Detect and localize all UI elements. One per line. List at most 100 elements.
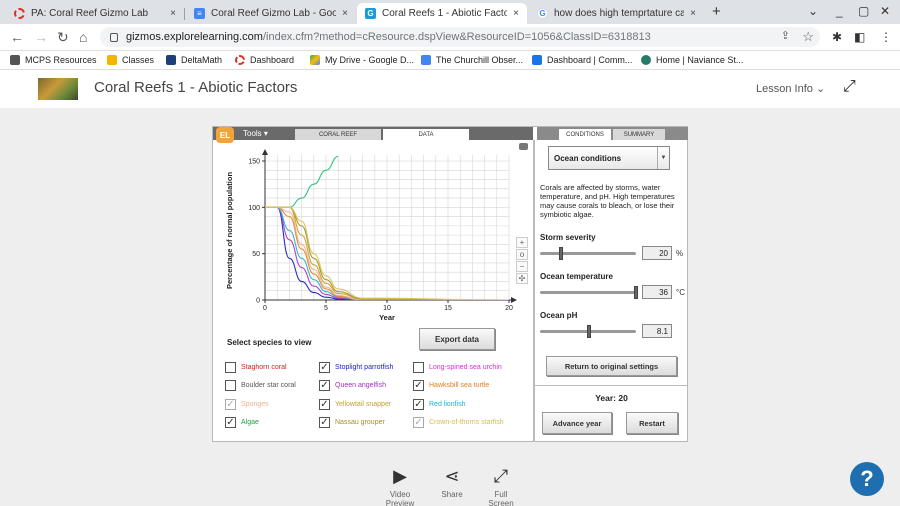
extensions-icon[interactable]: ✱ [832, 30, 842, 44]
fullscreen-icon[interactable]: ⤢ [843, 78, 856, 96]
species-label: Red lionfish [429, 401, 466, 408]
conditions-dropdown[interactable]: Ocean conditions ▼ [548, 146, 670, 170]
x-tick-label: 10 [383, 305, 391, 312]
bookmark-item[interactable]: Home | Naviance St... [641, 55, 743, 65]
advance-year-button[interactable]: Advance year [542, 412, 612, 434]
forward-icon[interactable]: → [34, 29, 48, 45]
video-preview-button[interactable]: ▶ Video Preview [380, 462, 420, 506]
restart-button[interactable]: Restart [626, 412, 678, 434]
slider-thumb[interactable] [558, 247, 563, 260]
species-checkbox[interactable]: ✓ Hawksbill sea turtle [413, 380, 489, 391]
menu-icon[interactable]: ⋮ [880, 30, 892, 44]
side-panel-icon[interactable]: ◧ [854, 30, 865, 44]
select-species-label: Select species to view [227, 338, 312, 347]
home-icon[interactable]: ⌂ [79, 29, 87, 45]
tab-conditions[interactable]: CONDITIONS [559, 129, 611, 140]
slider-track[interactable] [540, 291, 636, 294]
slider-thumb[interactable] [634, 286, 638, 299]
tools-menu-button[interactable]: Tools ▾ [235, 127, 283, 140]
close-tab-icon[interactable]: × [690, 8, 696, 19]
slider-value-field[interactable]: 36 [642, 285, 672, 299]
checkmark-icon[interactable]: ✓ [319, 362, 330, 373]
camera-icon[interactable] [519, 143, 528, 150]
checkmark-icon[interactable]: ✓ [319, 399, 330, 410]
bookmark-item[interactable]: DeltaMath [166, 55, 222, 65]
species-label: Yellowtail snapper [335, 401, 392, 408]
browser-tab[interactable]: G how does high temprtature caus × [529, 3, 704, 24]
folder-icon [10, 55, 20, 65]
species-checkbox[interactable]: ✓ Queen angelfish [319, 380, 386, 391]
bookmarks-bar: MCPS Resources Classes DeltaMath Dashboa… [0, 52, 900, 70]
slider-unit: °C [676, 288, 685, 297]
reset-label: Return to original settings [564, 361, 659, 371]
close-tab-icon[interactable]: × [170, 8, 176, 19]
bookmark-item[interactable]: MCPS Resources [10, 55, 97, 65]
restore-icon[interactable]: ▢ [858, 4, 869, 18]
checkbox-icon[interactable] [225, 362, 236, 373]
full-screen-button[interactable]: ⤢ Full Screen [481, 462, 521, 506]
zoom-in-icon[interactable]: + [516, 237, 528, 248]
close-tab-icon[interactable]: × [513, 8, 519, 19]
species-checkbox[interactable]: ✓ Stoplight parrotfish [319, 362, 393, 373]
back-icon[interactable]: ← [10, 29, 24, 45]
checkmark-icon[interactable]: ✓ [413, 417, 424, 428]
reset-settings-button[interactable]: Return to original settings [546, 356, 677, 376]
checkmark-icon[interactable]: ✓ [225, 399, 236, 410]
export-data-button[interactable]: Export data [419, 328, 495, 350]
lesson-info-button[interactable]: Lesson Info ⌄ [756, 82, 825, 95]
checkmark-icon[interactable]: ✓ [319, 417, 330, 428]
checkmark-icon[interactable]: ✓ [413, 399, 424, 410]
species-checkbox[interactable]: Staghorn coral [225, 362, 287, 373]
tab-title: how does high temprtature caus [554, 8, 685, 19]
checkmark-icon[interactable]: ✓ [319, 380, 330, 391]
browser-tab[interactable]: PA: Coral Reef Gizmo Lab × [6, 3, 184, 24]
help-button[interactable]: ? [850, 462, 884, 496]
share-button[interactable]: ⋖ Share [432, 462, 472, 499]
species-checkbox[interactable]: ✓ Crown-of-thorns starfish [413, 417, 504, 428]
browser-tab[interactable]: ≡ Coral Reef Gizmo Lab - Google Do × [186, 3, 356, 24]
zoom-out-icon[interactable]: − [516, 261, 528, 272]
species-checkbox[interactable]: Boulder star coral [225, 380, 296, 391]
bookmark-item[interactable]: Dashboard [235, 55, 294, 65]
share-icon[interactable]: ⇪ [781, 29, 790, 42]
species-checkbox[interactable]: ✓ Algae [225, 417, 259, 428]
tab-search-icon[interactable]: ⌄ [808, 4, 818, 18]
species-checkbox[interactable]: ✓ Red lionfish [413, 399, 466, 410]
species-checkbox[interactable]: ✓ Sponges [225, 399, 269, 410]
slider-label: Ocean temperature [540, 272, 613, 281]
bookmark-star-icon[interactable]: ☆ [802, 29, 814, 45]
minimize-icon[interactable]: _ [836, 4, 843, 18]
checkbox-icon[interactable] [413, 362, 424, 373]
checkbox-icon[interactable] [225, 380, 236, 391]
tab-summary[interactable]: SUMMARY [613, 129, 665, 140]
tab-data[interactable]: DATA [383, 129, 469, 140]
slider-track[interactable] [540, 252, 636, 255]
species-checkbox[interactable]: ✓ Yellowtail snapper [319, 399, 391, 410]
share-icon: ⋖ [444, 466, 460, 486]
address-bar[interactable]: gizmos.explorelearning.com /index.cfm?me… [100, 27, 820, 47]
species-checkbox[interactable]: Long-spined sea urchin [413, 362, 502, 373]
new-tab-button[interactable]: + [712, 3, 721, 20]
checkmark-icon[interactable]: ✓ [225, 417, 236, 428]
tab-coral-reef[interactable]: CORAL REEF [295, 129, 381, 140]
slider-value-field[interactable]: 20 [642, 246, 672, 260]
pan-icon[interactable]: ✣ [516, 273, 528, 284]
bookmark-item[interactable]: The Churchill Obser... [421, 55, 523, 65]
checkmark-icon[interactable]: ✓ [413, 380, 424, 391]
browser-tab-active[interactable]: G Coral Reefs 1 - Abiotic Factors Gi × [357, 3, 527, 24]
close-window-icon[interactable]: ✕ [880, 4, 890, 18]
bookmark-label: Home | Naviance St... [656, 55, 744, 65]
classroom-icon [107, 55, 117, 65]
bookmark-label: DeltaMath [181, 55, 223, 65]
species-checkbox[interactable]: ✓ Nassau grouper [319, 417, 385, 428]
slider-value-field[interactable]: 8.1 [642, 324, 672, 338]
close-tab-icon[interactable]: × [342, 8, 348, 19]
x-tick-label: 5 [324, 305, 328, 312]
zoom-reset-icon[interactable]: o [516, 249, 528, 260]
slider-thumb[interactable] [587, 325, 591, 338]
bookmark-item[interactable]: My Drive - Google D... [310, 55, 414, 65]
reload-icon[interactable]: ↻ [57, 29, 69, 46]
y-tick-label: 100 [248, 205, 260, 212]
bookmark-item[interactable]: Classes [107, 55, 154, 65]
bookmark-item[interactable]: Dashboard | Comm... [532, 55, 632, 65]
